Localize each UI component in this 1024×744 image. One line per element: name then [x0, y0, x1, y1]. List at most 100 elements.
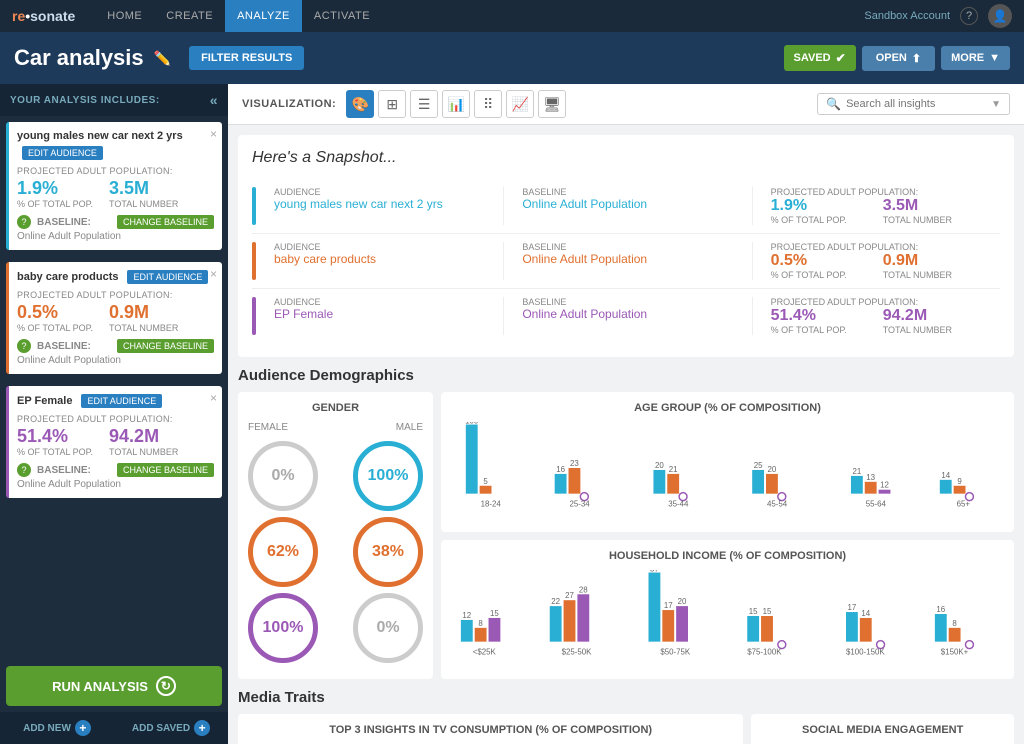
add-row: ADD NEW + ADD SAVED +: [0, 712, 228, 744]
add-new-button[interactable]: ADD NEW +: [0, 712, 114, 744]
audience-2-count: 0.9M: [109, 302, 178, 323]
audience-1-baseline-name: Online Adult Population: [17, 231, 214, 242]
audience-3-pop-label: PROJECTED ADULT POPULATION:: [17, 414, 214, 424]
svg-text:16: 16: [936, 605, 945, 614]
media-traits-grid: TOP 3 INSIGHTS IN TV CONSUMPTION (% of C…: [238, 714, 1014, 744]
baseline-help-1-icon[interactable]: ?: [17, 215, 31, 229]
nav-analyze[interactable]: ANALYZE: [225, 0, 302, 32]
snap-divider-2: [252, 242, 256, 280]
open-button[interactable]: OPEN ⬆: [862, 46, 935, 71]
snapshot-row-3: AUDIENCE EP Female BASELINE Online Adult…: [252, 289, 1000, 343]
audience-1-pct: 1.9%: [17, 178, 93, 199]
gender-row-2: 62% 38%: [248, 517, 423, 587]
audience-2-pop-label: PROJECTED ADULT POPULATION:: [17, 290, 214, 300]
svg-text:14: 14: [861, 608, 870, 617]
snap-pct-sub-1: % OF TOTAL POP.: [771, 215, 847, 225]
svg-text:16: 16: [556, 465, 565, 474]
edit-audience-1-button[interactable]: EDIT AUDIENCE: [22, 146, 103, 160]
demographics-title: Audience Demographics: [238, 367, 1014, 384]
close-audience-2-icon[interactable]: ×: [210, 267, 217, 281]
user-avatar[interactable]: 👤: [988, 4, 1012, 28]
demographics-grid: GENDER FEMALE MALE 0% 100% 62% 38%: [238, 392, 1014, 679]
sidebar-header-label: YOUR ANALYSIS INCLUDES:: [10, 95, 160, 106]
saved-button[interactable]: SAVED ✔: [784, 45, 856, 71]
gender-female-1: 0%: [248, 441, 318, 511]
run-analysis-button[interactable]: RUN ANALYSIS ↻: [6, 666, 222, 706]
viz-grid-icon[interactable]: ⊞: [378, 90, 406, 118]
audience-3-name: EP Female: [17, 395, 72, 407]
search-dropdown-icon[interactable]: ▼: [991, 99, 1001, 110]
svg-text:55-64: 55-64: [866, 500, 887, 509]
header-actions: SAVED ✔ OPEN ⬆ MORE ▼: [784, 45, 1010, 71]
svg-text:$100-150K: $100-150K: [846, 647, 885, 656]
nav-right: Sandbox Account ? 👤: [864, 4, 1012, 28]
snap-divider-1: [252, 187, 256, 225]
viz-monitor-icon[interactable]: 🖥: [538, 90, 566, 118]
nav-create[interactable]: CREATE: [154, 0, 225, 32]
change-baseline-2-button[interactable]: CHANGE BASELINE: [117, 339, 214, 353]
svg-text:20: 20: [768, 465, 777, 474]
snap-col-pop-3: PROJECTED ADULT POPULATION: 51.4% % OF T…: [763, 297, 1000, 335]
snapshot-row-2: AUDIENCE baby care products BASELINE Onl…: [252, 234, 1000, 289]
audience-2-pct: 0.5%: [17, 302, 93, 323]
nav-activate[interactable]: ACTIVATE: [302, 0, 382, 32]
sidebar: YOUR ANALYSIS INCLUDES: « × young males …: [0, 84, 228, 744]
close-audience-1-icon[interactable]: ×: [210, 127, 217, 141]
income-chart: 12 8 15 <$25K 22 27 28: [451, 570, 1004, 660]
add-saved-button[interactable]: ADD SAVED +: [114, 712, 228, 744]
audience-3-pct-sub: % OF TOTAL POP.: [17, 447, 93, 457]
income-title: HOUSEHOLD INCOME (% of Composition): [451, 550, 1004, 562]
svg-text:100: 100: [465, 422, 479, 426]
svg-text:13: 13: [866, 473, 875, 482]
viz-line-icon[interactable]: 📈: [506, 90, 534, 118]
run-analysis-icon: ↻: [156, 676, 176, 696]
snap-audience-2-name: baby care products: [274, 252, 495, 266]
viz-palette-icon[interactable]: 🎨: [346, 90, 374, 118]
viz-bar-chart-icon[interactable]: 📊: [442, 90, 470, 118]
visualization-bar: VISUALIZATION: 🎨 ⊞ ☰ 📊 ⠿ 📈 🖥 🔍 ▼: [228, 84, 1024, 125]
snap-col-pop-2: PROJECTED ADULT POPULATION: 0.5% % OF TO…: [763, 242, 1000, 280]
svg-text:20: 20: [655, 461, 664, 470]
filter-results-button[interactable]: FILTER RESULTS: [189, 46, 304, 70]
edit-audience-3-button[interactable]: EDIT AUDIENCE: [81, 394, 162, 408]
change-baseline-3-button[interactable]: CHANGE BASELINE: [117, 463, 214, 477]
snap-col-baseline-1: BASELINE Online Adult Population: [514, 187, 752, 225]
add-new-plus-icon: +: [75, 720, 91, 736]
sidebar-header: YOUR ANALYSIS INCLUDES: «: [0, 84, 228, 116]
baseline-help-2-icon[interactable]: ?: [17, 339, 31, 353]
age-group-chart: 100 5 18-24 16 23 25-34: [451, 422, 1004, 512]
more-label: MORE: [951, 52, 984, 64]
demographics-section: Audience Demographics GENDER FEMALE MALE…: [238, 367, 1014, 679]
help-button[interactable]: ?: [960, 7, 978, 25]
snap-baseline-3-name: Online Adult Population: [522, 307, 743, 321]
search-insights-input[interactable]: [846, 98, 986, 110]
nav-home[interactable]: HOME: [95, 0, 154, 32]
run-analysis-label: RUN ANALYSIS: [52, 679, 148, 694]
baseline-help-3-icon[interactable]: ?: [17, 463, 31, 477]
snap-col-baseline-2: BASELINE Online Adult Population: [514, 242, 752, 280]
more-button[interactable]: MORE ▼: [941, 46, 1010, 70]
page-title: Car analysis: [14, 45, 144, 71]
viz-list-icon[interactable]: ☰: [410, 90, 438, 118]
collapse-sidebar-icon[interactable]: «: [210, 92, 218, 108]
svg-text:12: 12: [462, 610, 471, 619]
sandbox-account[interactable]: Sandbox Account: [864, 10, 950, 22]
audience-1-baseline-row: ? BASELINE: CHANGE BASELINE: [17, 215, 214, 229]
viz-scatter-icon[interactable]: ⠿: [474, 90, 502, 118]
snap-count-sub-3: TOTAL NUMBER: [883, 325, 952, 335]
close-audience-3-icon[interactable]: ×: [210, 391, 217, 405]
more-arrow-icon: ▼: [989, 52, 1000, 64]
svg-text:45-54: 45-54: [767, 500, 788, 509]
age-group-card: AGE GROUP (% of Composition) 100 5 18-24…: [441, 392, 1014, 532]
snap-audience-1-name: young males new car next 2 yrs: [274, 197, 495, 211]
svg-text:14: 14: [941, 471, 950, 480]
snap-pct-1: 1.9%: [771, 197, 847, 215]
gender-female-2: 62%: [248, 517, 318, 587]
snap-pop-row-2: 0.5% % OF TOTAL POP. 0.9M TOTAL NUMBER: [771, 252, 992, 280]
audience-3-baseline-row: ? BASELINE: CHANGE BASELINE: [17, 463, 214, 477]
edit-title-icon[interactable]: ✏️: [154, 50, 171, 67]
snap-pct-sub-3: % OF TOTAL POP.: [771, 325, 847, 335]
snap-col-audience-2: AUDIENCE baby care products: [266, 242, 504, 280]
change-baseline-1-button[interactable]: CHANGE BASELINE: [117, 215, 214, 229]
edit-audience-2-button[interactable]: EDIT AUDIENCE: [127, 270, 208, 284]
